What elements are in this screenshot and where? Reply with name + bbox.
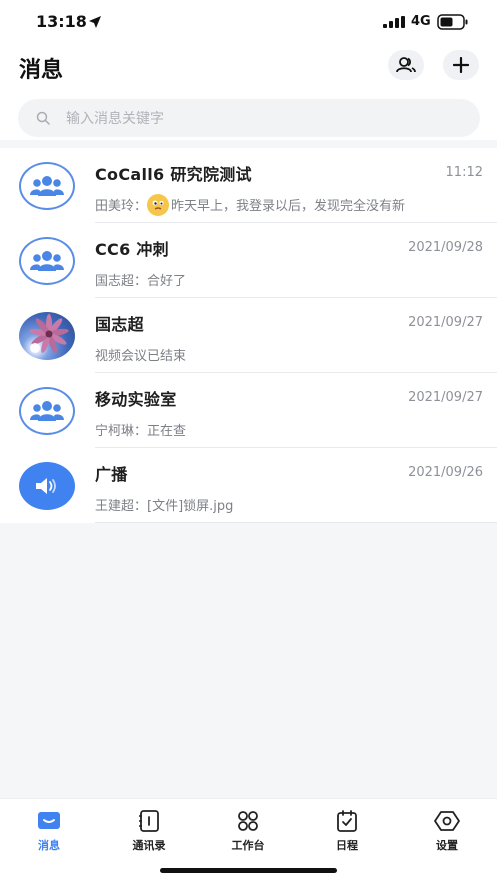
header: 消息 输入消息关键字 (0, 44, 497, 140)
message-item[interactable]: 国志超 2021/09/27 视频会议已结束 (0, 298, 497, 373)
message-preview-text: 昨天早上，我登录以后，发现完全没有新 (171, 199, 406, 214)
people-icon (396, 57, 416, 73)
message-preview: 宁柯琳：正在查 (95, 424, 187, 439)
message-sender: 田美玲： (95, 199, 148, 214)
tab-label: 日程 (336, 839, 358, 852)
group-icon (30, 401, 64, 421)
group-avatar (19, 237, 75, 285)
message-item[interactable]: CC6 冲刺 2021/09/28 国志超：合好了 (0, 223, 497, 298)
group-icon (30, 176, 64, 196)
location-arrow-icon (89, 16, 101, 28)
status-bar: 13:18 4G (0, 0, 497, 44)
tab-label: 消息 (38, 839, 60, 852)
home-indicator (160, 868, 337, 873)
tab-workbench[interactable]: 工作台 (208, 809, 288, 853)
message-time: 11:12 (445, 165, 483, 180)
settings-icon (434, 811, 460, 831)
workbench-icon (238, 811, 258, 831)
network-type: 4G (411, 14, 431, 29)
speaker-icon (36, 478, 56, 494)
plus-icon (453, 57, 469, 73)
group-avatar (19, 387, 75, 435)
message-preview: 王建超：[文件]锁屏.jpg (95, 499, 234, 514)
group-avatar (19, 162, 75, 210)
status-time: 13:18 (36, 12, 87, 31)
signal-icon (383, 16, 405, 28)
message-title: CoCall6 研究院测试 (95, 165, 252, 184)
message-item[interactable]: CoCall6 研究院测试 11:12 田美玲： 昨天早上，我登录以后，发现完全没… (0, 148, 497, 223)
message-list: CoCall6 研究院测试 11:12 田美玲： 昨天早上，我登录以后，发现完全没… (0, 148, 497, 523)
tab-label: 通讯录 (132, 839, 166, 852)
message-title: 移动实验室 (95, 390, 177, 409)
tab-label: 设置 (436, 839, 458, 852)
message-time: 2021/09/27 (408, 390, 483, 405)
message-title: CC6 冲刺 (95, 240, 169, 259)
group-icon (30, 251, 64, 271)
message-preview: 国志超：合好了 (95, 274, 187, 289)
emoji-icon (147, 193, 170, 216)
battery-icon (437, 14, 468, 30)
tab-settings[interactable]: 设置 (407, 809, 487, 853)
message-time: 2021/09/28 (408, 240, 483, 255)
message-title: 国志超 (95, 315, 144, 334)
add-button[interactable] (443, 50, 479, 80)
message-item[interactable]: 广播 2021/09/26 王建超：[文件]锁屏.jpg (0, 448, 497, 523)
contacts-button[interactable] (388, 50, 424, 80)
broadcast-avatar (19, 462, 75, 510)
tab-contacts[interactable]: 通讯录 (109, 809, 189, 853)
message-preview: 田美玲： 昨天早上，我登录以后，发现完全没有新 (95, 193, 406, 216)
page-title: 消息 (19, 58, 64, 83)
address-book-icon (139, 810, 159, 832)
photo-avatar (19, 312, 75, 360)
divider (95, 522, 497, 523)
flower-photo-icon (29, 314, 69, 353)
calendar-icon (337, 810, 357, 832)
message-preview: 视频会议已结束 (95, 349, 187, 364)
tab-label: 工作台 (231, 839, 265, 852)
message-icon (38, 812, 60, 829)
message-time: 2021/09/26 (408, 465, 483, 480)
message-time: 2021/09/27 (408, 315, 483, 330)
tab-messages[interactable]: 消息 (9, 809, 89, 853)
message-item[interactable]: 移动实验室 2021/09/27 宁柯琳：正在查 (0, 373, 497, 448)
search-input[interactable]: 输入消息关键字 (18, 99, 480, 137)
search-icon (36, 111, 50, 125)
search-placeholder: 输入消息关键字 (66, 111, 164, 127)
message-title: 广播 (95, 465, 128, 484)
tab-schedule[interactable]: 日程 (307, 809, 387, 853)
